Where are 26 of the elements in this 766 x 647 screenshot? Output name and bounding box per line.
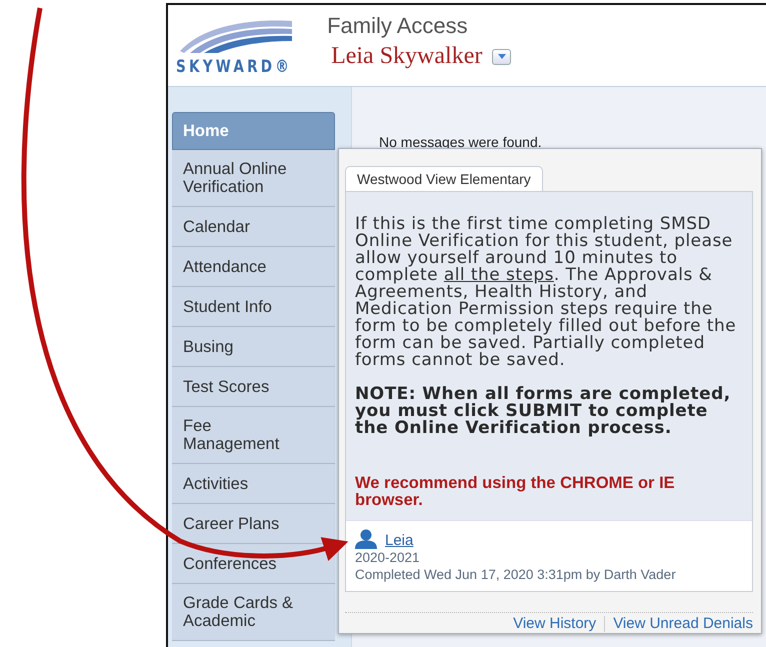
app-title: Family Access (327, 13, 469, 39)
school-tab[interactable]: Westwood View Elementary (345, 166, 543, 191)
student-link[interactable]: Leia (385, 532, 414, 549)
sidebar-item[interactable]: Career Plans (172, 504, 335, 544)
sidebar-item[interactable]: Test Scores (172, 367, 335, 407)
messages-text: No messages were found. (379, 134, 542, 150)
footer-link[interactable]: View History (513, 615, 596, 632)
sidebar-item[interactable]: Calendar (172, 207, 335, 247)
sidebar-item[interactable]: Fee Management (172, 407, 335, 464)
completion-status: Completed Wed Jun 17, 2020 3:31pm by Darth Vader (355, 566, 677, 583)
person-icon (355, 529, 377, 549)
instructions-text: If this is the first time completing SMSD Online Verification for this student, please allow yourself around 10 minutes to complete all the steps. The Approvals & Agreements, Health History, and Medication Permission steps require the form to be completely filled out before the form can be saved. Partially completed forms cannot be saved. (355, 216, 738, 369)
sidebar-item[interactable]: Activities (172, 464, 335, 504)
sidebar-item[interactable]: Student Info (172, 287, 335, 327)
school-year: 2020-2021 (355, 549, 421, 566)
sidebar-item[interactable]: Annual Online Verification (172, 150, 335, 207)
sidebar-item[interactable]: Busing (172, 327, 335, 367)
caret-icon (498, 54, 506, 59)
student-name: Leia Skywalker (331, 43, 482, 70)
footer-link[interactable]: View Unread Denials (613, 615, 753, 632)
browser-warning: We recommend using the CHROME or IE browser. (355, 475, 676, 509)
note-text: NOTE: When all forms are completed, you must click SUBMIT to complete the Online Verification process. (355, 386, 732, 437)
logo-wordmark: SKYWARD® (176, 57, 292, 77)
sidebar-item[interactable]: Attendance (172, 247, 335, 287)
sidebar-item[interactable]: Grade Cards & Academic (172, 584, 335, 641)
dropdown-button[interactable] (492, 48, 512, 64)
